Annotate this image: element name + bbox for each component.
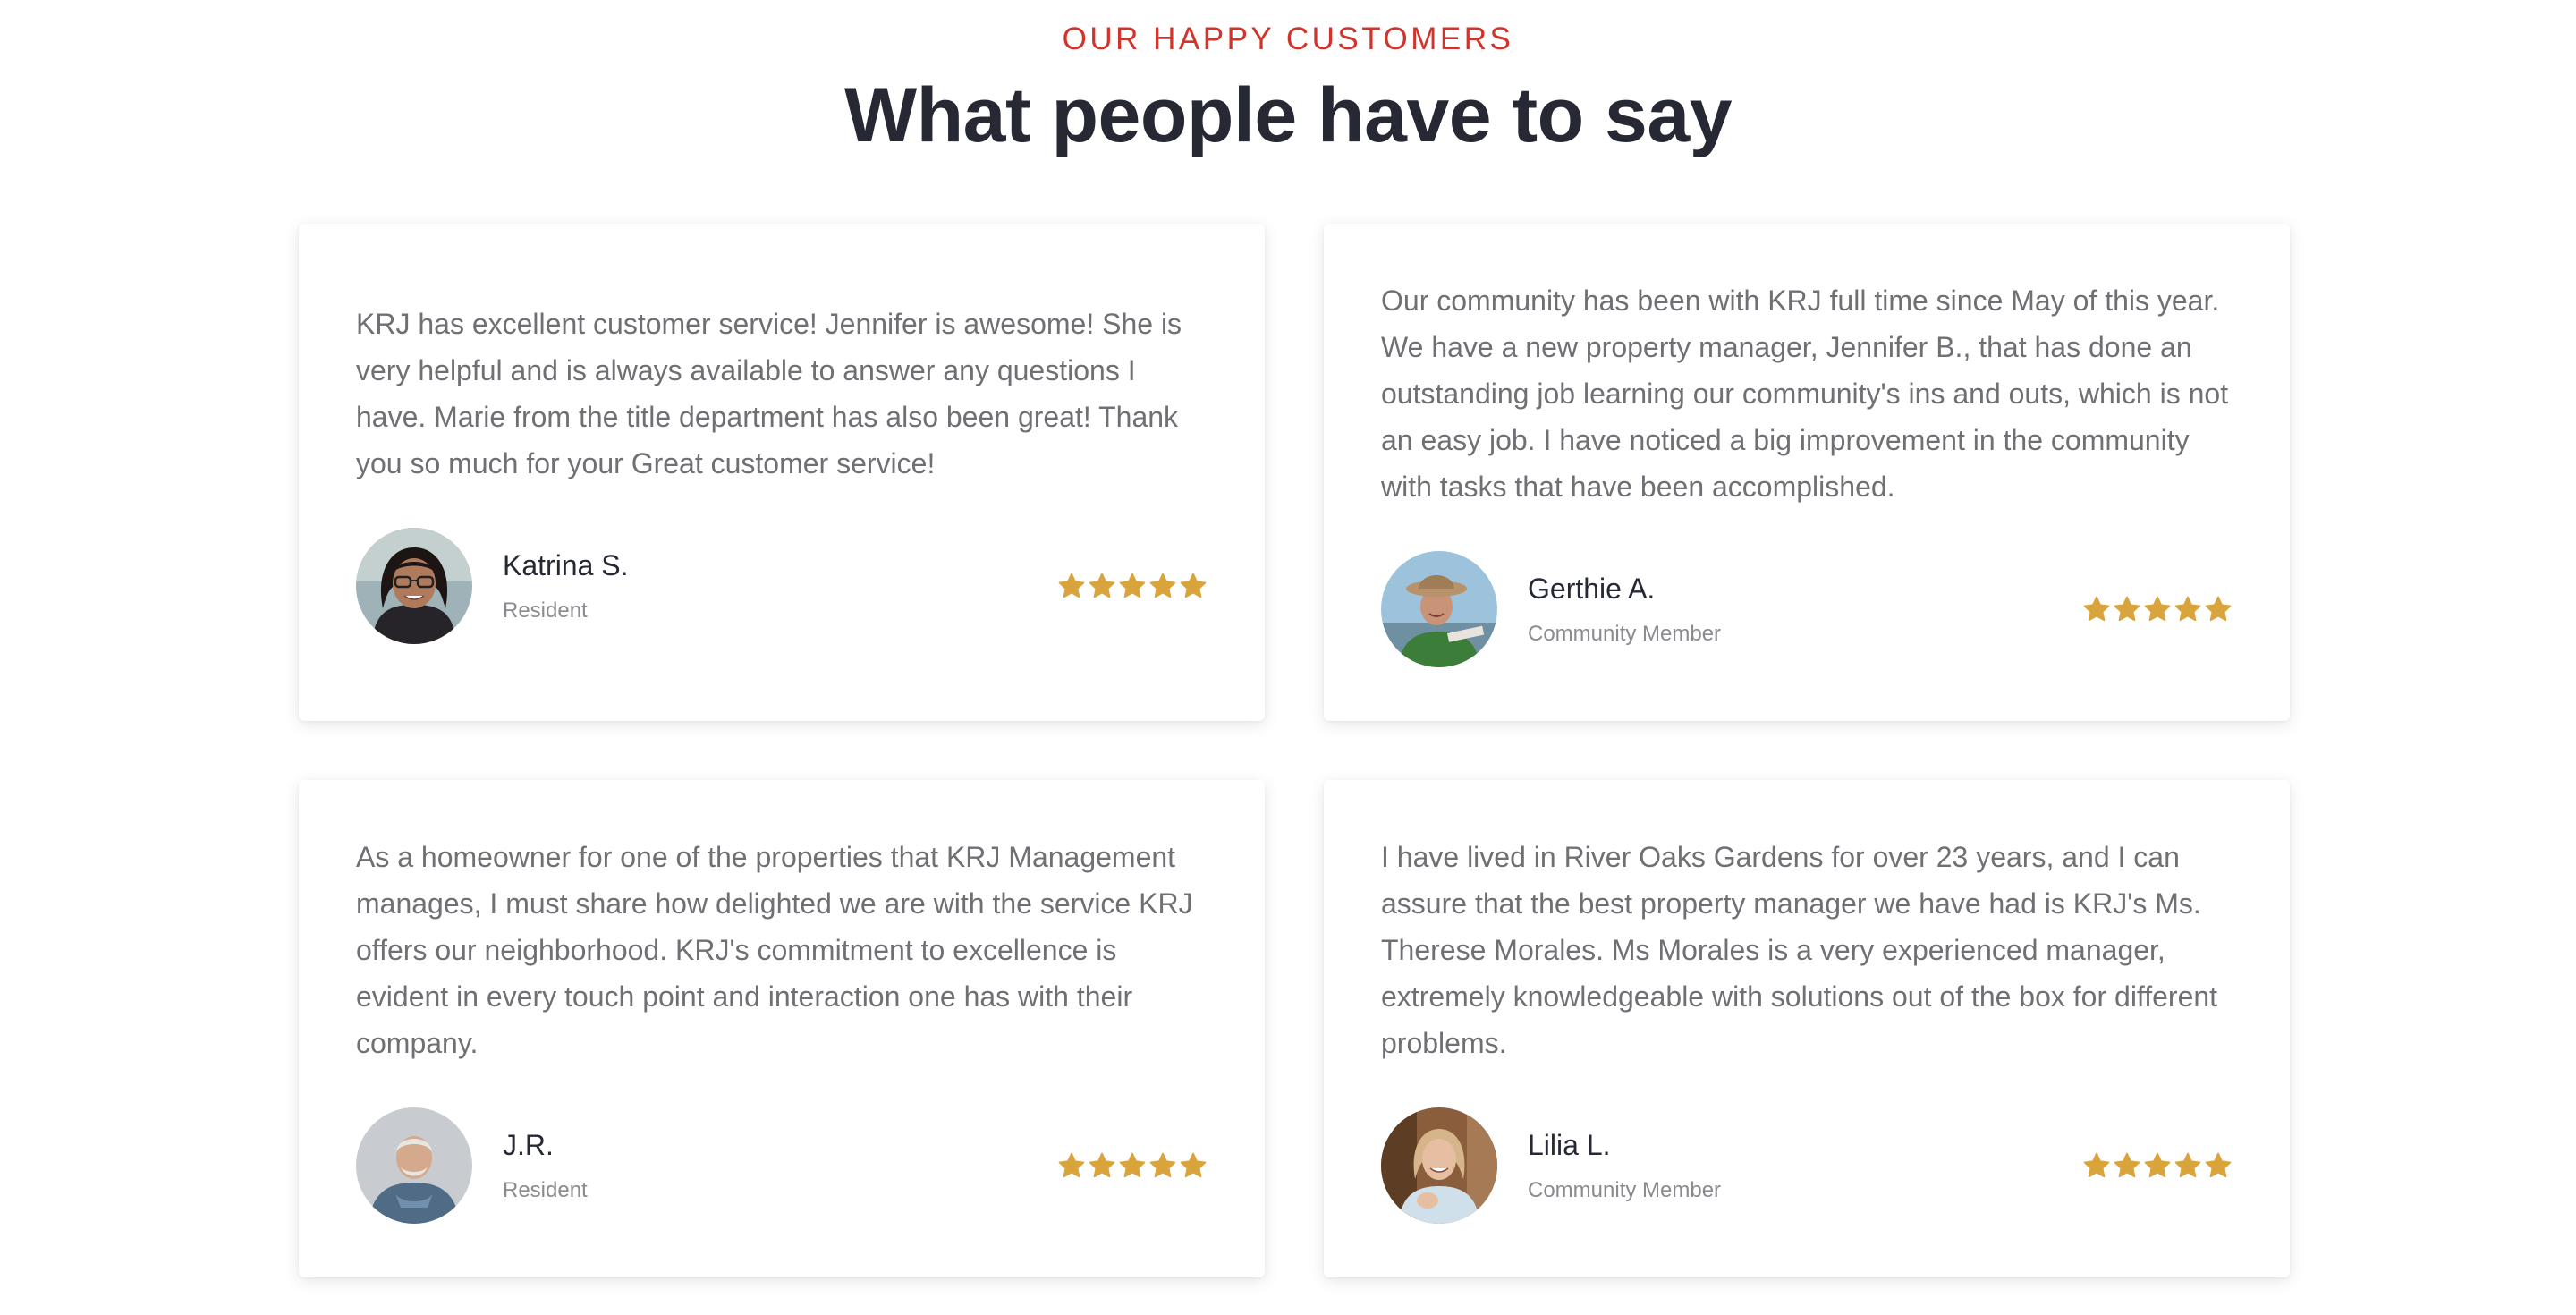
- star-icon: [1180, 1152, 1207, 1178]
- author-name: Lilia L.: [1528, 1129, 1611, 1161]
- star-rating: [1057, 1151, 1208, 1180]
- star-icon: [2083, 596, 2110, 622]
- section-title: What people have to say: [843, 72, 1733, 158]
- star-icon: [1119, 573, 1146, 598]
- star-icon: [1149, 573, 1176, 598]
- testimonial-author: Lilia L. Community Member: [1381, 1107, 2233, 1224]
- author-role: Resident: [503, 1178, 588, 1202]
- star-icon: [2114, 596, 2140, 622]
- author-name: Gerthie A.: [1528, 573, 1656, 605]
- star-icon: [1119, 1152, 1146, 1178]
- author-name: J.R.: [503, 1129, 554, 1161]
- star-icon: [1089, 573, 1115, 598]
- avatar: [356, 1107, 472, 1224]
- star-icon: [2205, 596, 2232, 622]
- avatar-smiling-woman-image: [1381, 1107, 1497, 1224]
- avatar-older-man-image: [356, 1107, 472, 1224]
- star-icon: [2144, 1152, 2171, 1178]
- star-icon: [1089, 1152, 1115, 1178]
- testimonial-quote: Our community has been with KRJ full tim…: [1381, 284, 2229, 503]
- star-icon: [1180, 573, 1207, 598]
- star-icon: [1058, 573, 1085, 598]
- author-role: Community Member: [1528, 622, 1722, 646]
- testimonial-quote: I have lived in River Oaks Gardens for o…: [1381, 841, 2218, 1059]
- avatar-woman-hat-image: [1381, 551, 1497, 667]
- author-name: Katrina S.: [503, 549, 629, 581]
- star-icon: [2114, 1152, 2140, 1178]
- star-rating: [2082, 1151, 2233, 1180]
- star-rating: [1057, 572, 1208, 600]
- testimonial-quote: KRJ has excellent customer service! Jenn…: [356, 308, 1182, 479]
- avatar: [1381, 1107, 1497, 1224]
- testimonial-author: Gerthie A. Community Member: [1381, 551, 2233, 667]
- testimonial-card: I have lived in River Oaks Gardens for o…: [1324, 780, 2290, 1277]
- avatar-woman-glasses-image: [356, 528, 472, 644]
- star-icon: [2144, 596, 2171, 622]
- testimonial-author: J.R. Resident: [356, 1107, 1208, 1224]
- avatar: [356, 528, 472, 644]
- avatar: [1381, 551, 1497, 667]
- testimonial-card: Our community has been with KRJ full tim…: [1324, 224, 2290, 721]
- star-icon: [2083, 1152, 2110, 1178]
- star-icon: [1149, 1152, 1176, 1178]
- testimonial-quote: As a homeowner for one of the properties…: [356, 841, 1193, 1059]
- star-icon: [1058, 1152, 1085, 1178]
- author-role: Community Member: [1528, 1178, 1722, 1202]
- star-icon: [2174, 1152, 2201, 1178]
- testimonial-card: KRJ has excellent customer service! Jenn…: [299, 224, 1265, 721]
- testimonial-author: Katrina S. Resident: [356, 528, 1208, 644]
- testimonial-card: As a homeowner for one of the properties…: [299, 780, 1265, 1277]
- star-rating: [2082, 595, 2233, 624]
- author-role: Resident: [503, 598, 588, 623]
- section-eyebrow: OUR HAPPY CUSTOMERS: [1062, 21, 1514, 56]
- testimonial-grid: KRJ has excellent customer service! Jenn…: [299, 224, 2290, 1277]
- testimonials-section: OUR HAPPY CUSTOMERS What people have to …: [0, 0, 2576, 1315]
- star-icon: [2174, 596, 2201, 622]
- star-icon: [2205, 1152, 2232, 1178]
